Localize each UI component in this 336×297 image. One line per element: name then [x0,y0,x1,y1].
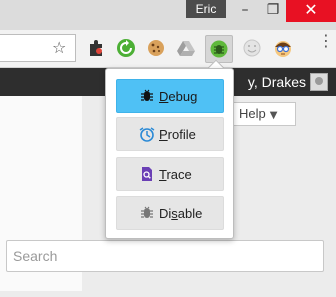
help-button[interactable]: Help ▼ [232,102,296,126]
browser-toolbar: ☆ ⋮ [0,30,336,68]
smiley-extension-icon[interactable] [242,38,262,58]
puzzle-extension-icon[interactable] [86,38,106,58]
trace-label: Trace [159,167,192,182]
cookie-extension-icon[interactable] [146,38,166,58]
browser-menu-icon[interactable]: ⋮ [318,33,334,49]
disable-label: Disable [159,206,203,221]
bug-disabled-icon [141,206,153,218]
xdebug-helper-icon[interactable] [205,35,233,63]
debug-button[interactable]: Debug [116,79,224,113]
nerd-face-extension-icon[interactable] [273,38,293,58]
debug-label: Debug [159,89,198,104]
bookmark-star-icon[interactable]: ☆ [52,38,66,57]
green-refresh-extension-icon[interactable] [116,38,136,58]
avatar[interactable] [310,73,328,91]
drive-extension-icon[interactable] [176,38,196,58]
search-input[interactable] [6,240,324,272]
address-bar[interactable]: ☆ [0,34,76,62]
trace-file-icon [142,167,152,181]
trace-button[interactable]: Trace [116,157,224,191]
profile-button[interactable]: Profile [116,117,224,151]
user-greeting[interactable]: y, Drakes [248,74,306,90]
profile-label: Profile [159,127,196,142]
help-label: Help [239,106,266,121]
window-titlebar: Eric – ❐ ✕ [0,0,336,30]
minimize-button[interactable]: – [230,0,260,22]
xdebug-popup: Debug Profile Trace Disable [105,68,234,239]
profile-name-chip[interactable]: Eric [186,0,226,18]
close-button[interactable]: ✕ [286,0,336,22]
restore-button[interactable]: ❐ [258,0,288,22]
chevron-down-icon: ▼ [269,110,278,121]
bug-icon [141,89,153,101]
clock-icon [139,127,155,142]
disable-button[interactable]: Disable [116,196,224,230]
